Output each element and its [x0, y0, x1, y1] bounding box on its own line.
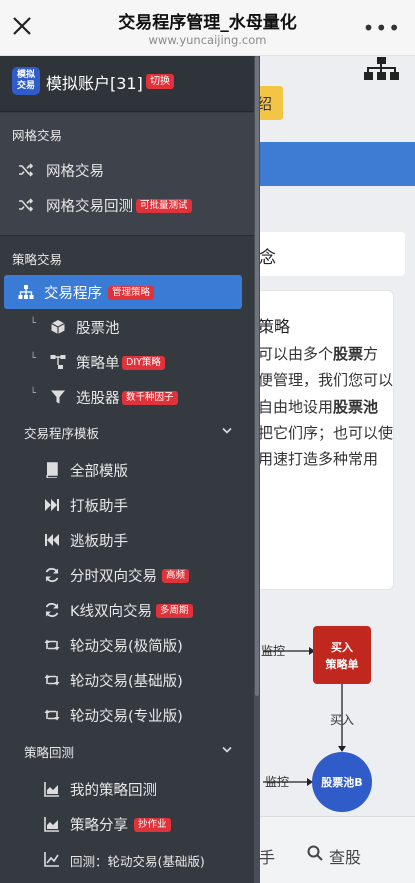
- high-frequency-badge: 高频: [162, 569, 190, 583]
- sidebar-item-strategy-order[interactable]: └ 策略单 DIY策略: [0, 345, 260, 379]
- sidebar-item-all-templates[interactable]: 全部模版: [0, 453, 260, 487]
- sidebar-item-intraday-two-way[interactable]: 分时双向交易 高频: [0, 558, 260, 592]
- multi-period-badge: 多周期: [156, 604, 193, 618]
- book-icon: [46, 462, 58, 478]
- shuffle-icon: [19, 198, 34, 212]
- browser-top-bar: 交易程序管理_水母量化 www.yuncaijing.com •••: [0, 0, 415, 56]
- simulated-trade-logo: 模拟 交易: [12, 67, 40, 95]
- bottom-nav-helper[interactable]: 手: [259, 844, 275, 868]
- sidebar-item-stock-screener[interactable]: └ 选股器 数千种因子: [0, 380, 260, 414]
- sidebar-scrollbar-thumb[interactable]: [255, 56, 259, 696]
- sidebar-item-rotation-minimal[interactable]: 轮动交易(极简版): [0, 628, 260, 662]
- shuffle-icon: [19, 163, 34, 177]
- hierarchy-icon: [50, 355, 66, 369]
- blue-banner: [243, 142, 415, 186]
- sidebar-item-trading-program[interactable]: 交易程序 管理策略: [0, 275, 260, 309]
- area-chart-icon: [44, 782, 59, 797]
- buy-node-line2: 策略单: [325, 657, 359, 671]
- trading-program-label: 交易程序: [44, 286, 102, 302]
- rotation-pro-label: 轮动交易(专业版): [70, 709, 183, 725]
- buy-node-line1: 买入: [331, 641, 353, 654]
- rotation-minimal-label: 轮动交易(极简版): [70, 639, 183, 655]
- area-chart-icon: [44, 817, 59, 832]
- strategy-card-heading: 策略: [258, 317, 291, 336]
- page-url: www.yuncaijing.com: [148, 33, 267, 47]
- concept-card-title: 念: [243, 232, 405, 276]
- filter-icon: [51, 390, 65, 404]
- copy-homework-badge: 抄作业: [134, 818, 171, 832]
- strategy-card-text: 可以由多个股票方便管理，我们您可以自由地设用股票池把它们序；也可以使用速打造多种…: [258, 345, 394, 469]
- grid-section: 网格交易 网格交易 网格交易回测 可批量测试: [0, 113, 260, 236]
- backtest-rotation-basic-label: 回测：轮动交易(基础版): [70, 854, 205, 869]
- rotation-basic-label: 轮动交易(基础版): [70, 674, 183, 690]
- stock-screener-label: 选股器: [76, 391, 120, 407]
- factors-badge: 数千种因子: [122, 391, 178, 405]
- my-backtest-label: 我的策略回测: [70, 783, 157, 799]
- fast-forward-icon: [45, 499, 59, 511]
- intraday-two-way-label: 分时双向交易: [70, 569, 157, 585]
- sidebar-item-escape-helper[interactable]: 逃板助手: [0, 523, 260, 557]
- grid-trading-label: 网格交易: [46, 164, 104, 180]
- chevron-down-icon: [222, 427, 232, 434]
- search-icon: [307, 845, 323, 861]
- pool-node-label: 股票池B: [321, 775, 362, 789]
- account-name: 模拟账户[31]: [46, 74, 143, 93]
- sidebar-item-board-helper[interactable]: 打板助手: [0, 488, 260, 522]
- manage-strategy-badge: 管理策略: [108, 286, 155, 300]
- all-templates-label: 全部模版: [70, 464, 128, 480]
- strategy-share-label: 策略分享: [70, 818, 128, 834]
- kline-two-way-label: K线双向交易: [70, 604, 153, 620]
- sidebar-item-rotation-pro[interactable]: 轮动交易(专业版): [0, 698, 260, 732]
- monitor-label-top: 监控: [261, 644, 285, 658]
- batch-test-badge: 可批量测试: [136, 199, 192, 213]
- backtest-section-label: 策略回测: [24, 745, 75, 760]
- cube-icon: [51, 320, 65, 334]
- org-chart-icon[interactable]: [362, 56, 400, 82]
- tree-connector: └: [30, 353, 37, 364]
- sidebar-item-kline-two-way[interactable]: K线双向交易 多周期: [0, 593, 260, 627]
- retweet-icon: [44, 639, 60, 651]
- page-title: 交易程序管理_水母量化: [118, 13, 297, 33]
- sidebar-item-grid-backtest[interactable]: 网格交易回测 可批量测试: [0, 188, 260, 222]
- stock-pool-label: 股票池: [76, 321, 120, 337]
- strategy-section-label: 策略交易: [12, 252, 63, 267]
- sidebar-item-stock-pool[interactable]: └ 股票池: [0, 310, 260, 344]
- strategy-order-label: 策略单: [76, 356, 120, 372]
- diy-strategy-badge: DIY策略: [122, 356, 165, 370]
- sidebar-item-backtest-rotation-basic[interactable]: 回测：轮动交易(基础版): [0, 842, 260, 876]
- board-helper-label: 打板助手: [70, 499, 128, 515]
- strategy-card: 策略 可以由多个股票方便管理，我们您可以自由地设用股票池把它们序；也可以使用速打…: [243, 290, 394, 590]
- grid-section-label: 网格交易: [12, 128, 63, 143]
- buy-strategy-node: [313, 626, 371, 684]
- buy-arrow-label: 买入: [330, 713, 354, 727]
- escape-helper-label: 逃板助手: [70, 534, 128, 550]
- chevron-down-icon: [222, 746, 232, 753]
- refresh-icon: [45, 567, 59, 583]
- bottom-nav-check-stock[interactable]: 查股: [329, 844, 361, 868]
- line-chart-icon: [44, 852, 59, 867]
- sidebar-item-my-backtest[interactable]: 我的策略回测: [0, 772, 260, 806]
- backtest-section-header[interactable]: 策略回测: [0, 733, 260, 767]
- grid-backtest-label: 网格交易回测: [46, 199, 133, 215]
- sidebar-item-rotation-basic[interactable]: 轮动交易(基础版): [0, 663, 260, 697]
- template-section-header[interactable]: 交易程序模板: [0, 414, 260, 448]
- sidebar-item-strategy-share[interactable]: 策略分享 抄作业: [0, 807, 260, 841]
- refresh-icon: [45, 602, 59, 618]
- account-header[interactable]: 模拟 交易 模拟账户[31] 切换: [0, 56, 260, 112]
- sidebar-item-grid-trading[interactable]: 网格交易: [0, 153, 260, 187]
- monitor-label-bottom: 监控: [265, 775, 289, 789]
- bottom-nav: 手 查股: [243, 816, 415, 883]
- rewind-icon: [45, 534, 59, 546]
- more-icon[interactable]: •••: [363, 16, 401, 40]
- retweet-icon: [44, 674, 60, 686]
- sidebar-drawer: 模拟 交易 模拟账户[31] 切换 网格交易 网格交易 网格交易回测 可批量测试 …: [0, 56, 260, 883]
- template-section-label: 交易程序模板: [24, 426, 100, 441]
- tree-connector: └: [30, 388, 37, 399]
- switch-account-badge[interactable]: 切换: [146, 74, 174, 89]
- sitemap-icon: [18, 285, 34, 299]
- retweet-icon: [44, 709, 60, 721]
- tree-connector: └: [30, 318, 37, 329]
- strategy-diagram: 监控 买入 策略单 买入 监控 股票池B: [261, 626, 372, 812]
